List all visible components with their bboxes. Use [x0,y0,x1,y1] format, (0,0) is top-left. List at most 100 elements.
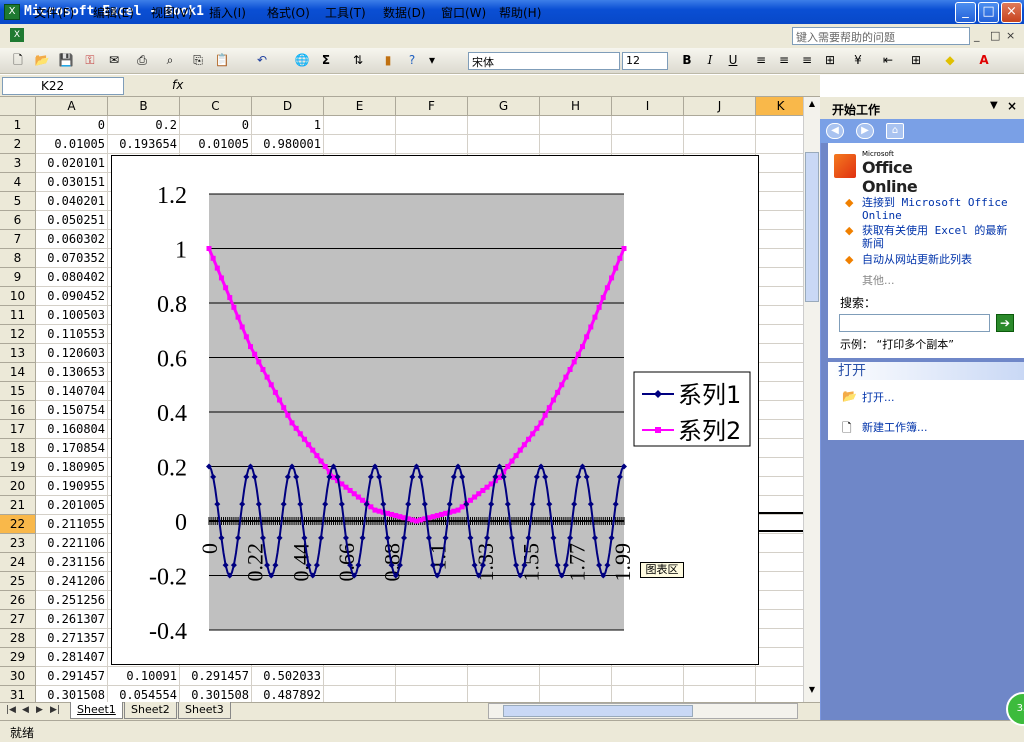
row-header[interactable]: 3 [0,154,36,173]
borders-icon[interactable]: ⊞ [908,52,924,68]
row-header[interactable]: 27 [0,610,36,629]
column-header[interactable]: B [108,97,180,116]
merge-center-icon[interactable]: ⊞ [822,52,838,68]
cell[interactable]: 0.020101 [36,154,108,173]
row-header[interactable]: 5 [0,192,36,211]
link-news[interactable]: 获取有关使用 Excel 的最新新闻 [862,224,1018,250]
row-header[interactable]: 15 [0,382,36,401]
cell[interactable]: 0.120603 [36,344,108,363]
row-header[interactable]: 31 [0,686,36,702]
font-name-select[interactable]: 宋体 [468,52,620,70]
cell[interactable]: 0.160804 [36,420,108,439]
link-connect[interactable]: 连接到 Microsoft Office Online [862,196,1012,222]
cell[interactable]: 0.01005 [36,135,108,154]
cell[interactable]: 0.502033 [252,667,324,686]
cell[interactable] [540,116,612,135]
first-sheet-icon[interactable]: |◀ [6,705,16,715]
scroll-thumb[interactable] [503,705,693,717]
row-header[interactable]: 24 [0,553,36,572]
font-size-select[interactable]: 12 [622,52,668,70]
chart-wizard-icon[interactable]: ▮ [380,52,396,68]
cell[interactable]: 0.100503 [36,306,108,325]
last-sheet-icon[interactable]: ▶| [50,705,60,715]
cell[interactable]: 0.060302 [36,230,108,249]
column-header[interactable]: E [324,97,396,116]
cell[interactable] [684,686,756,702]
minimize-button[interactable]: _ [955,2,976,23]
scroll-thumb[interactable] [805,152,819,302]
cell[interactable] [756,325,804,344]
cell[interactable] [684,135,756,154]
cell[interactable] [756,306,804,325]
font-color-icon[interactable]: A [976,52,992,68]
cell[interactable]: 0.980001 [252,135,324,154]
permission-icon[interactable]: ⚿ [82,52,98,68]
row-header[interactable]: 2 [0,135,36,154]
cell[interactable] [756,382,804,401]
scroll-up-icon[interactable]: ▲ [806,99,818,113]
zoom-dropdown[interactable]: ▾ [424,52,440,68]
row-header[interactable]: 17 [0,420,36,439]
cell[interactable] [756,572,804,591]
row-header[interactable]: 14 [0,363,36,382]
close-icon[interactable]: × [1007,99,1017,113]
cell[interactable]: 0.140704 [36,382,108,401]
cell[interactable] [468,667,540,686]
cell[interactable]: 0.291457 [180,667,252,686]
menu-file[interactable]: 文件(F) [34,4,74,21]
research-icon[interactable]: ⌕ [162,52,178,68]
help-icon[interactable]: ? [404,52,420,68]
cell[interactable] [468,116,540,135]
new-icon[interactable]: 🗋 [10,52,26,68]
row-header[interactable]: 19 [0,458,36,477]
cell[interactable] [756,667,804,686]
cell[interactable] [756,629,804,648]
office-online-logo[interactable]: Microsoft Office Online [834,150,964,196]
cell[interactable] [756,363,804,382]
cell[interactable]: 0.150754 [36,401,108,420]
row-header[interactable]: 28 [0,629,36,648]
prev-sheet-icon[interactable]: ◀ [22,705,29,715]
cell[interactable] [756,401,804,420]
sort-ascending-icon[interactable]: ⇅ [350,52,366,68]
cell[interactable]: 0.487892 [252,686,324,702]
cell[interactable]: 0.110553 [36,325,108,344]
workbook-icon[interactable]: X [10,28,24,42]
function-icon[interactable]: fx [172,78,183,92]
cell[interactable] [396,667,468,686]
row-header[interactable]: 29 [0,648,36,667]
cell[interactable] [756,477,804,496]
cell[interactable]: 0.231156 [36,553,108,572]
cell[interactable] [756,553,804,572]
cell[interactable] [540,686,612,702]
vertical-scrollbar[interactable]: ▲ ▼ [803,97,820,702]
cell[interactable] [756,648,804,667]
forward-icon[interactable]: ▶ [856,123,874,139]
cell[interactable] [756,230,804,249]
menu-help[interactable]: 帮助(H) [499,4,541,21]
new-workbook-link[interactable]: 新建工作簿... [862,419,928,435]
chart-area[interactable]: 1.2 1 0.8 0.6 0.4 0.2 0 -0.2 -0.4 0 0.22 0.44 0.66 0.… [111,155,759,665]
help-question-input[interactable]: 键入需要帮助的问题 [792,27,970,45]
align-right-icon[interactable]: ≡ [799,52,815,68]
column-header[interactable]: H [540,97,612,116]
fill-color-icon[interactable]: ◆ [942,52,958,68]
cell[interactable] [324,686,396,702]
row-header[interactable]: 10 [0,287,36,306]
cell[interactable] [612,667,684,686]
autosum-icon[interactable]: Σ [318,52,334,68]
cell[interactable] [756,249,804,268]
cell[interactable] [756,420,804,439]
row-header[interactable]: 21 [0,496,36,515]
cell[interactable] [756,268,804,287]
column-header[interactable]: I [612,97,684,116]
cell[interactable] [540,135,612,154]
copy-icon[interactable]: ⎘ [190,52,206,68]
cell[interactable]: 1 [252,116,324,135]
cell[interactable] [756,439,804,458]
column-header[interactable]: D [252,97,324,116]
underline-button[interactable]: U [725,52,741,68]
cell[interactable] [756,610,804,629]
cell[interactable]: 0.201005 [36,496,108,515]
cell[interactable]: 0.030151 [36,173,108,192]
